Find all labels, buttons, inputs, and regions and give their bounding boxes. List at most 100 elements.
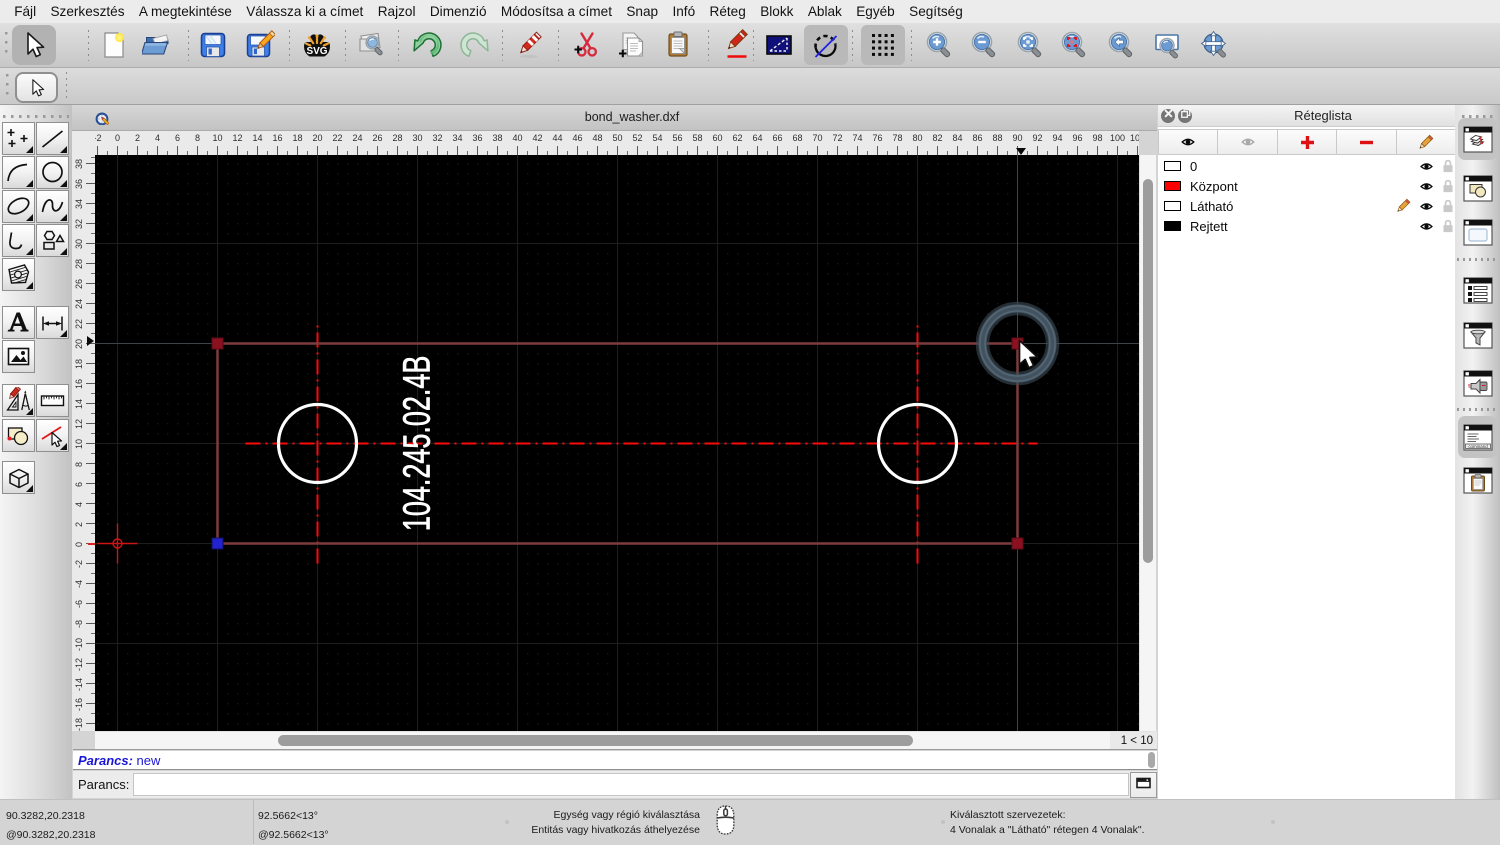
canvas-vertical-scrollbar[interactable] — [1139, 155, 1156, 731]
save-as-button[interactable] — [237, 25, 281, 65]
dock-entity-list-button[interactable] — [1458, 269, 1497, 311]
menu-válassza-ki-a-címet[interactable]: Válassza ki a címet — [239, 4, 370, 19]
remove-layer-button[interactable] — [1336, 129, 1397, 155]
layer-panel-float-button[interactable] — [1178, 109, 1192, 123]
dock-library-browser-button[interactable] — [1458, 211, 1497, 253]
drawing-window-titlebar[interactable]: bond_washer.dxf — [72, 105, 1157, 131]
save-file-button[interactable] — [191, 25, 235, 65]
dock-selection-filter-button[interactable] — [1458, 314, 1497, 356]
tool-points-button[interactable] — [2, 122, 35, 155]
tool-line-button[interactable] — [36, 122, 69, 155]
toolbar-drag-handle[interactable] — [6, 74, 9, 99]
menu-rajzol[interactable]: Rajzol — [371, 4, 423, 19]
redo-button[interactable] — [451, 25, 495, 65]
tool-spline-button[interactable] — [36, 190, 69, 223]
delete-entities-button[interactable] — [506, 25, 550, 65]
menu-blokk[interactable]: Blokk — [753, 4, 801, 19]
layer-row-látható[interactable]: Látható — [1158, 196, 1455, 216]
menu-egyéb[interactable]: Egyéb — [849, 4, 902, 19]
layer-panel-header[interactable]: Réteglista — [1158, 105, 1455, 127]
tool-hatch-button[interactable] — [2, 258, 35, 291]
layer-panel-close-button[interactable] — [1161, 109, 1175, 123]
show-all-layers-button[interactable] — [1158, 129, 1219, 155]
layer-row-rejtett[interactable]: Rejtett — [1158, 216, 1455, 236]
add-layer-button[interactable] — [1276, 129, 1338, 155]
tool-order-button[interactable] — [2, 419, 35, 452]
edit-attributes-button[interactable] — [714, 25, 758, 65]
zoom-out-icon — [971, 31, 996, 58]
dock-layer-list-button[interactable] — [1458, 118, 1497, 160]
dock-widget-strip: command — [1455, 105, 1500, 799]
snap-free-button[interactable] — [757, 25, 801, 65]
selection-pointer-button[interactable] — [15, 72, 58, 103]
menu-a-megtekintése[interactable]: A megtekintése — [132, 4, 239, 19]
toolbar-drag-handle[interactable] — [5, 32, 8, 59]
pan-zoom-button[interactable] — [1193, 25, 1237, 65]
tool-shapes-button[interactable] — [36, 224, 69, 257]
zoom-selection-button[interactable] — [1053, 25, 1097, 65]
zoom-window-button[interactable] — [1146, 25, 1190, 65]
tool-arc-button[interactable] — [2, 156, 35, 189]
previous-view-button[interactable] — [1100, 25, 1144, 65]
drawing-title: bond_washer.dxf — [584, 110, 680, 124]
svg-text:command: command — [1468, 443, 1488, 448]
menu-szerkesztés[interactable]: Szerkesztés — [43, 4, 131, 19]
zoom-in-button[interactable] — [918, 25, 962, 65]
toolbar-separator — [558, 30, 560, 61]
canvas-horizontal-scrollbar[interactable] — [95, 731, 1110, 749]
dock-clipboard-button[interactable] — [1458, 459, 1497, 501]
dock-block-list-button[interactable] — [1458, 167, 1497, 209]
undo-button[interactable] — [406, 25, 450, 65]
svg-export-icon: SVG — [304, 34, 330, 57]
zoom-auto-button[interactable] — [1009, 25, 1053, 65]
tool-dimension-button[interactable] — [36, 306, 69, 339]
layer-row-központ[interactable]: Központ — [1158, 176, 1455, 196]
menu-ablak[interactable]: Ablak — [801, 4, 849, 19]
tool-3d-box-button[interactable] — [2, 461, 35, 494]
vruler-cursor-marker — [87, 336, 94, 347]
snap-on-grid-button[interactable] — [861, 25, 905, 65]
layer-color-swatch[interactable] — [1164, 201, 1181, 211]
edit-layer-button[interactable] — [1395, 129, 1457, 155]
hscroll-thumb[interactable] — [278, 735, 913, 746]
print-preview-button[interactable] — [350, 25, 394, 65]
command-input[interactable] — [133, 773, 1129, 796]
snap-on-entity-button[interactable] — [804, 25, 848, 65]
export-svg-button[interactable]: SVG — [295, 25, 339, 65]
menu-réteg[interactable]: Réteg — [702, 4, 753, 19]
command-history-scrollbar[interactable] — [1148, 752, 1155, 768]
palette-drag-handle[interactable] — [3, 115, 69, 118]
layer-color-swatch[interactable] — [1164, 161, 1181, 171]
hide-all-layers-button[interactable] — [1217, 129, 1278, 155]
drawing-canvas[interactable]: 104.245.02.4B — [95, 155, 1139, 731]
menu-segítség[interactable]: Segítség — [902, 4, 970, 19]
cut-button[interactable] — [565, 25, 609, 65]
tool-ellipse-button[interactable] — [2, 190, 35, 223]
select-pointer-button[interactable] — [12, 25, 56, 65]
layer-row-0[interactable]: 0 — [1158, 156, 1455, 176]
menu-módosítsa-a-címet[interactable]: Módosítsa a címet — [494, 4, 619, 19]
toolbar-separator — [708, 30, 710, 61]
menu-dimenzió[interactable]: Dimenzió — [423, 4, 494, 19]
paste-button[interactable] — [657, 25, 701, 65]
tool-measure-button[interactable] — [36, 384, 69, 417]
zoom-out-button[interactable] — [963, 25, 1007, 65]
tool-text-button[interactable] — [2, 306, 35, 339]
tool-circle-button[interactable] — [36, 156, 69, 189]
tool-polyline-button[interactable] — [2, 224, 35, 257]
layer-color-swatch[interactable] — [1164, 221, 1181, 231]
menu-fájl[interactable]: Fájl — [7, 4, 43, 19]
dock-command-line-button[interactable]: command — [1458, 416, 1497, 458]
keyboard-focus-button[interactable] — [1130, 771, 1157, 798]
new-file-button[interactable] — [92, 25, 136, 65]
copy-button[interactable] — [610, 25, 654, 65]
menu-snap[interactable]: Snap — [619, 4, 665, 19]
tool-image-button[interactable] — [2, 340, 35, 373]
menu-infó[interactable]: Infó — [665, 4, 702, 19]
open-file-button[interactable] — [136, 25, 180, 65]
layer-color-swatch[interactable] — [1164, 181, 1181, 191]
tool-create-tools-button[interactable] — [2, 384, 35, 417]
tool-modify-button[interactable] — [36, 419, 69, 452]
dock-notifications-button[interactable] — [1458, 362, 1497, 404]
vscroll-thumb[interactable] — [1143, 179, 1153, 563]
